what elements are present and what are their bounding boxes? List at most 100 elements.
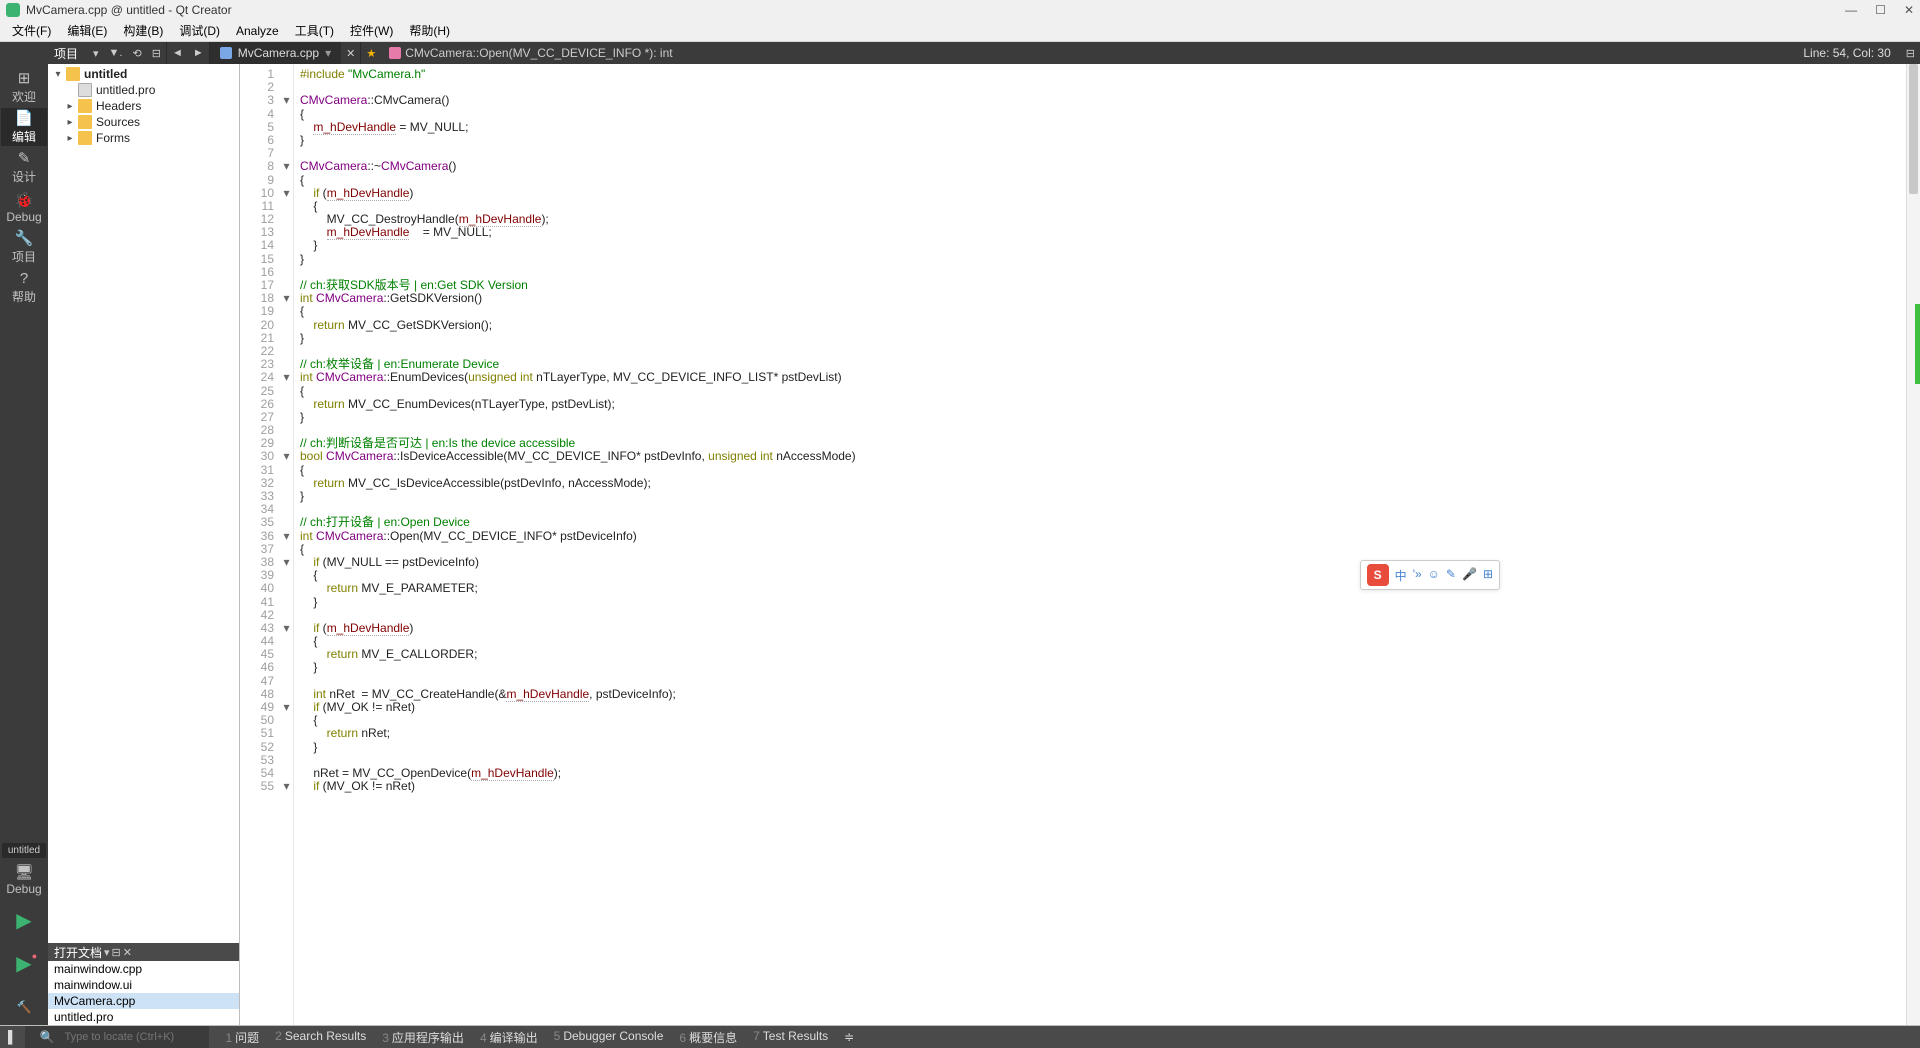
scrollbar-thumb[interactable]: [1909, 64, 1918, 194]
maximize-icon[interactable]: ☐: [1875, 3, 1886, 17]
minimize-icon[interactable]: —: [1845, 3, 1857, 17]
status-bar: ▌ 🔍 1问题2Search Results3应用程序输出4编译输出5Debug…: [0, 1026, 1920, 1048]
sogou-logo-icon[interactable]: S: [1367, 564, 1389, 586]
cpp-file-icon: [220, 47, 232, 59]
menu-bar: 文件(F)编辑(E)构建(B)调试(D)Analyze工具(T)控件(W)帮助(…: [0, 20, 1920, 42]
tree-item[interactable]: untitled.pro: [48, 82, 239, 98]
ime-icon[interactable]: ⊞: [1483, 567, 1493, 584]
menu-item[interactable]: 构建(B): [115, 22, 171, 39]
menu-item[interactable]: 控件(W): [342, 22, 401, 39]
output-pane-tab[interactable]: 6概要信息: [671, 1029, 745, 1046]
toggle-sidebar-icon[interactable]: ▌: [0, 1026, 26, 1048]
app-logo-icon: [6, 3, 20, 17]
locator-input[interactable]: [60, 1031, 200, 1043]
open-doc-item[interactable]: untitled.pro: [48, 1009, 239, 1025]
output-pane-tab[interactable]: 3应用程序输出: [374, 1029, 472, 1046]
file-tab[interactable]: MvCamera.cpp ▾: [210, 42, 341, 64]
close-tab-icon[interactable]: ✕: [341, 47, 360, 60]
folder-icon: [78, 131, 92, 145]
open-documents-header: 打开文档 ▾ ⊟ ✕: [48, 943, 239, 961]
mode-设计[interactable]: ✎设计: [1, 148, 47, 186]
output-pane-tab[interactable]: 1问题: [217, 1029, 267, 1046]
mode-icon: ⊞: [18, 69, 31, 87]
file-icon: [78, 83, 92, 97]
window-title: MvCamera.cpp @ untitled - Qt Creator: [26, 3, 232, 17]
line-gutter: 1234567891011121314151617181920212223242…: [240, 64, 280, 1025]
run-icon[interactable]: ▶: [16, 900, 31, 941]
output-pane-tab[interactable]: 7Test Results: [745, 1029, 836, 1046]
run-debug-icon[interactable]: ▶●: [16, 943, 31, 984]
tree-arrow-icon[interactable]: ▸: [64, 117, 76, 128]
ime-icon[interactable]: ☺: [1428, 567, 1440, 584]
locator[interactable]: 🔍: [26, 1026, 210, 1048]
nav-fwd-icon[interactable]: ►: [188, 47, 209, 59]
ime-icon[interactable]: ✎: [1446, 567, 1456, 584]
build-icon[interactable]: 🔨: [17, 986, 32, 1025]
mode-icon: 🐞: [15, 191, 34, 209]
vertical-scrollbar[interactable]: [1906, 64, 1920, 1025]
bookmark-icon[interactable]: ★: [361, 47, 381, 60]
menu-item[interactable]: 调试(D): [171, 22, 228, 39]
cursor-position[interactable]: Line: 54, Col: 30: [1793, 46, 1900, 60]
ime-icon[interactable]: '»: [1413, 567, 1422, 584]
tree-arrow-icon[interactable]: ▸: [64, 101, 76, 112]
menu-item[interactable]: 工具(T): [287, 22, 342, 39]
mode-Debug[interactable]: 🐞Debug: [1, 188, 47, 226]
close-pane-icon[interactable]: ✕: [123, 946, 132, 959]
fold-gutter[interactable]: ▾▾▾▾▾▾▾▾▾▾▾: [280, 64, 294, 1025]
symbol-breadcrumb[interactable]: CMvCamera::Open(MV_CC_DEVICE_INFO *): in…: [381, 46, 680, 60]
ime-toolbar[interactable]: S 中 '» ☺ ✎ 🎤 ⊞: [1360, 560, 1500, 590]
mode-icon: 📄: [15, 109, 34, 127]
split-editor-icon[interactable]: ⊟: [1901, 47, 1920, 60]
tree-arrow-icon[interactable]: ▸: [64, 133, 76, 144]
dropdown-icon[interactable]: ▾: [104, 946, 110, 959]
project-tree[interactable]: ▾untitleduntitled.pro▸Headers▸Sources▸Fo…: [48, 64, 239, 943]
folder-icon: [66, 67, 80, 81]
mode-欢迎[interactable]: ⊞欢迎: [1, 68, 47, 106]
chevron-down-icon[interactable]: ▾: [325, 46, 331, 60]
method-icon: [389, 47, 401, 59]
project-selector-label[interactable]: 项目: [0, 45, 88, 62]
side-panel: ▾untitleduntitled.pro▸Headers▸Sources▸Fo…: [48, 64, 240, 1025]
dropdown-icon[interactable]: ▾: [88, 47, 104, 60]
kit-selector[interactable]: untitled: [2, 843, 46, 858]
menu-item[interactable]: 编辑(E): [59, 22, 115, 39]
open-doc-item[interactable]: mainwindow.ui: [48, 977, 239, 993]
sync-icon[interactable]: ⟲: [128, 47, 147, 60]
tree-arrow-icon[interactable]: ▾: [52, 69, 64, 80]
output-pane-tab[interactable]: 5Debugger Console: [546, 1029, 672, 1046]
mode-编辑[interactable]: 📄编辑: [1, 108, 47, 146]
mode-icon: ?: [20, 270, 28, 287]
ime-icon[interactable]: 🎤: [1462, 567, 1477, 584]
mode-icon: ✎: [18, 149, 31, 167]
tree-item[interactable]: ▸Sources: [48, 114, 239, 130]
scroll-marker: [1915, 304, 1920, 384]
open-documents-list[interactable]: mainwindow.cppmainwindow.uiMvCamera.cppu…: [48, 961, 239, 1025]
output-pane-tab[interactable]: 4编译输出: [472, 1029, 546, 1046]
toolbar: 项目 ▾ ▼. ⟲ ⊟ ◄ ► MvCamera.cpp ▾ ✕ ★ CMvCa…: [0, 42, 1920, 64]
output-pane-tab[interactable]: 2Search Results: [267, 1029, 374, 1046]
code-editor[interactable]: 1234567891011121314151617181920212223242…: [240, 64, 1920, 1025]
ime-icon[interactable]: 中: [1395, 567, 1407, 584]
file-tab-label: MvCamera.cpp: [238, 46, 319, 60]
open-doc-item[interactable]: mainwindow.cpp: [48, 961, 239, 977]
close-icon[interactable]: ✕: [1904, 3, 1914, 17]
filter-icon[interactable]: ▼.: [104, 47, 128, 59]
tree-item[interactable]: ▸Headers: [48, 98, 239, 114]
tree-item[interactable]: ▸Forms: [48, 130, 239, 146]
split-icon[interactable]: ⊟: [112, 946, 121, 959]
menu-item[interactable]: 帮助(H): [401, 22, 458, 39]
folder-icon: [78, 99, 92, 113]
open-doc-item[interactable]: MvCamera.cpp: [48, 993, 239, 1009]
panes-more-icon[interactable]: ≑: [836, 1030, 862, 1044]
mode-帮助[interactable]: ?帮助: [1, 268, 47, 306]
menu-item[interactable]: Analyze: [228, 24, 287, 38]
kit-monitor-icon[interactable]: 🖥Debug: [1, 860, 47, 898]
tree-item[interactable]: ▾untitled: [48, 66, 239, 82]
nav-back-icon[interactable]: ◄: [167, 47, 188, 59]
menu-item[interactable]: 文件(F): [4, 22, 59, 39]
title-bar: MvCamera.cpp @ untitled - Qt Creator — ☐…: [0, 0, 1920, 20]
code-area[interactable]: #include "MvCamera.h"CMvCamera::CMvCamer…: [294, 64, 1906, 1025]
split-icon[interactable]: ⊟: [147, 47, 166, 60]
mode-项目[interactable]: 🔧项目: [1, 228, 47, 266]
